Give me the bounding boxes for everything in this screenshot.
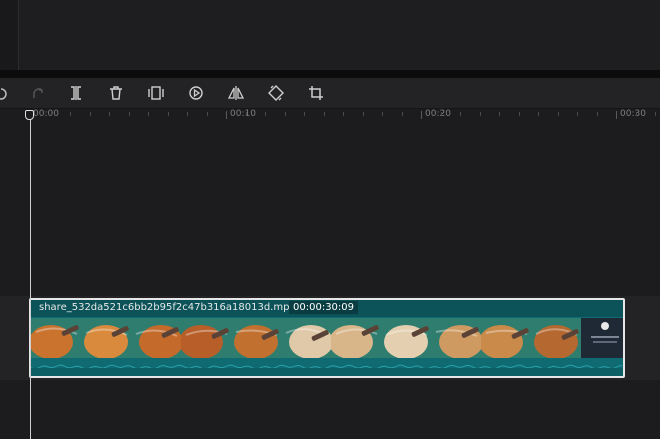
clip-thumbnail — [381, 318, 431, 358]
ruler-tick — [596, 112, 598, 116]
clip-thumbnail — [231, 318, 281, 358]
ruler-tick — [479, 112, 481, 116]
ruler-tick — [284, 112, 286, 116]
ruler-tick — [265, 112, 266, 116]
ruler-label: 00:10 — [230, 109, 256, 119]
clip-thumbnail — [481, 318, 531, 358]
ruler-tick — [109, 112, 110, 116]
ruler-tick — [460, 112, 461, 116]
ruler-tick — [245, 112, 247, 116]
clip-name: share_532da521c6bb2b95f2c47b316a18013d.m… — [39, 302, 296, 313]
ruler-tick — [518, 112, 520, 116]
ruler-tick — [187, 112, 188, 116]
ruler-tick — [148, 112, 149, 116]
redo-icon[interactable] — [28, 83, 48, 103]
playhead-handle[interactable] — [25, 110, 34, 120]
ruler-tick — [323, 112, 325, 116]
preview-panel — [0, 0, 660, 70]
ruler-tick — [421, 111, 422, 119]
timeline-track-area[interactable] — [0, 124, 660, 439]
audio-waveform — [31, 364, 623, 376]
ruler-tick — [401, 112, 403, 116]
clip-thumbnail — [81, 318, 131, 358]
playhead-line[interactable] — [30, 118, 31, 439]
clip-thumbnail-end-card — [581, 318, 623, 358]
ruler-tick — [167, 112, 169, 116]
ruler-label: 00:20 — [425, 109, 451, 119]
clip-thumbnail — [31, 318, 81, 358]
clip-thumbnail — [281, 318, 331, 358]
ruler-tick — [50, 112, 52, 116]
crop-icon[interactable] — [306, 83, 326, 103]
rotate-icon[interactable] — [266, 83, 286, 103]
clip-thumbnail — [131, 318, 181, 358]
mirror-icon[interactable] — [226, 83, 246, 103]
ruler-tick — [304, 112, 305, 116]
side-pane — [0, 0, 19, 70]
ruler-tick — [577, 112, 578, 116]
split-icon[interactable] — [66, 83, 86, 103]
clip-thumbnail — [331, 318, 381, 358]
clip-thumbnail — [431, 318, 481, 358]
freeze-frame-icon[interactable] — [146, 83, 166, 103]
ruler-tick — [655, 112, 656, 116]
clip-duration: 00:00:30:09 — [289, 301, 359, 314]
ruler-tick — [538, 112, 539, 116]
clip-header: share_532da521c6bb2b95f2c47b316a18013d.m… — [31, 300, 623, 317]
ruler-tick — [362, 112, 364, 116]
play-speed-icon[interactable] — [186, 83, 206, 103]
ruler-tick — [557, 112, 559, 116]
ruler-tick — [499, 112, 500, 116]
ruler-tick — [206, 112, 208, 116]
ruler-tick — [616, 111, 617, 119]
ruler-tick — [382, 112, 383, 116]
clip-thumbnail — [531, 318, 581, 358]
ruler-label: 00:30 — [620, 109, 646, 119]
ruler-tick — [89, 112, 91, 116]
ruler-tick — [128, 112, 130, 116]
panel-divider[interactable] — [0, 70, 660, 78]
clip-thumbnails — [31, 318, 623, 358]
undo-icon[interactable] — [0, 83, 10, 103]
delete-icon[interactable] — [106, 83, 126, 103]
time-ruler[interactable]: 00:00 00:10 00:20 00:30 — [0, 109, 660, 123]
ruler-label: 00:00 — [33, 109, 59, 119]
timeline-toolbar — [0, 78, 660, 109]
ruler-tick — [226, 111, 227, 119]
ruler-tick — [343, 112, 344, 116]
video-clip[interactable]: share_532da521c6bb2b95f2c47b316a18013d.m… — [29, 298, 625, 378]
ruler-tick — [70, 112, 71, 116]
ruler-tick — [440, 112, 442, 116]
ruler-tick — [635, 112, 637, 116]
clip-thumbnail — [181, 318, 231, 358]
